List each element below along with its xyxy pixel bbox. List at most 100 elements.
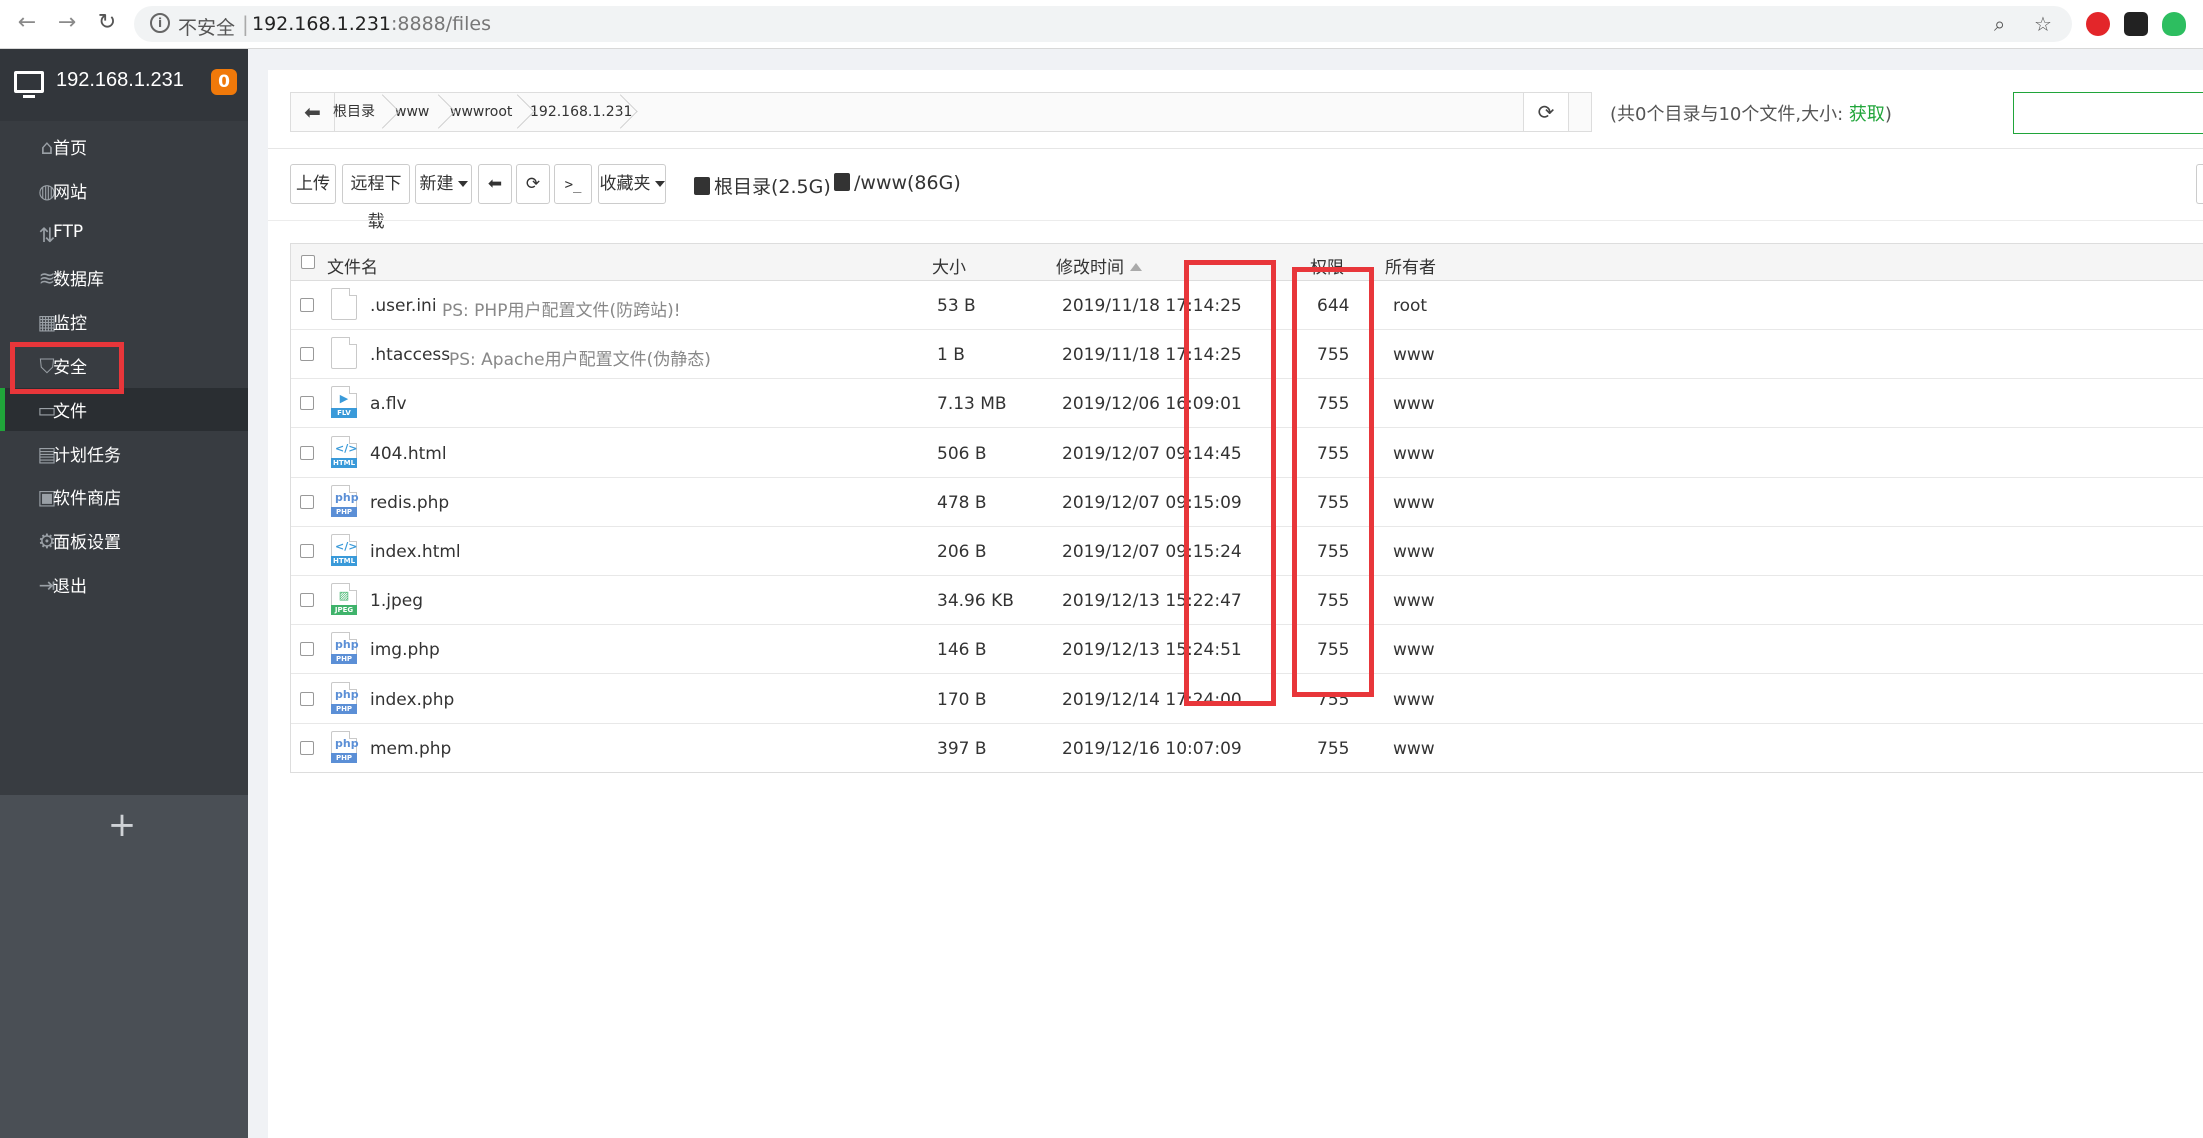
- sidebar-item-7[interactable]: ▤ 计划任务: [0, 432, 248, 475]
- file-generic-icon: [331, 288, 357, 320]
- evernote-extension-icon[interactable]: [2162, 12, 2186, 36]
- divider: [268, 220, 2203, 221]
- add-plus-icon[interactable]: +: [104, 807, 140, 843]
- remote-download-button[interactable]: 远程下载: [342, 164, 410, 232]
- file-name[interactable]: index.html: [370, 542, 461, 562]
- sidebar-item-4[interactable]: ▦ 监控: [0, 300, 248, 343]
- file-name[interactable]: 1.jpeg: [370, 591, 423, 611]
- file-owner[interactable]: www: [1393, 739, 1435, 759]
- info-icon[interactable]: i: [150, 13, 170, 33]
- disk-icon: [834, 173, 850, 191]
- row-checkbox[interactable]: [300, 494, 314, 509]
- reload-icon[interactable]: ↻: [92, 8, 122, 38]
- incognito-extension-icon[interactable]: [2124, 12, 2148, 36]
- file-name[interactable]: mem.php: [370, 739, 451, 759]
- file-owner[interactable]: www: [1393, 591, 1435, 611]
- sidebar-item-label: 首页: [53, 139, 87, 159]
- row-checkbox[interactable]: [300, 642, 314, 657]
- disk-root[interactable]: 根目录(2.5G): [694, 172, 831, 199]
- row-checkbox[interactable]: [300, 740, 314, 755]
- breadcrumb: ⬅ 根目录 www wwwroot 192.168.1.231: [290, 92, 1592, 132]
- file-permission[interactable]: 755: [1317, 739, 1349, 759]
- sidebar-item-2[interactable]: ⇅ FTP: [0, 213, 248, 256]
- row-checkbox[interactable]: [300, 347, 314, 362]
- col-owner[interactable]: 所有者: [1385, 253, 1436, 278]
- favorites-button[interactable]: 收藏夹: [598, 164, 666, 204]
- file-name[interactable]: .user.ini: [370, 296, 437, 316]
- file-size: 478 B: [937, 492, 987, 513]
- row-checkbox[interactable]: [300, 691, 314, 706]
- file-mtime: 2019/12/16 10:07:09: [1062, 738, 1242, 759]
- row-checkbox[interactable]: [300, 445, 314, 460]
- file-owner[interactable]: root: [1393, 296, 1427, 316]
- file-php-icon: php PHP: [331, 681, 359, 714]
- sidebar-item-8[interactable]: ▣ 软件商店: [0, 475, 248, 518]
- file-php-icon: php PHP: [331, 730, 359, 763]
- file-flv-icon: ▶ FLV: [331, 386, 357, 419]
- file-name[interactable]: 404.html: [370, 444, 447, 464]
- col-size[interactable]: 大小: [932, 253, 966, 278]
- file-size: 7.13 MB: [937, 394, 1007, 415]
- new-button[interactable]: 新建: [415, 164, 472, 204]
- sidebar-item-9[interactable]: ⚙ 面板设置: [0, 519, 248, 562]
- get-size-link[interactable]: 获取: [1849, 104, 1885, 125]
- sidebar-item-label: 计划任务: [53, 445, 121, 466]
- sidebar-item-0[interactable]: ⌂ 首页: [0, 125, 248, 168]
- back-arrow-icon[interactable]: ←: [12, 8, 42, 38]
- terminal-button[interactable]: >_: [554, 164, 592, 204]
- sidebar-item-label: 退出: [53, 577, 87, 597]
- refresh-icon: ⟳: [525, 174, 541, 194]
- address-bar[interactable]: i 不安全 | 192.168.1.231:8888/files ⌕ ☆: [134, 6, 2072, 42]
- row-checkbox[interactable]: [300, 396, 314, 411]
- file-name[interactable]: img.php: [370, 640, 440, 660]
- col-name[interactable]: 文件名: [327, 253, 378, 278]
- bookmark-star-icon[interactable]: ☆: [2034, 12, 2052, 36]
- file-size: 206 B: [937, 542, 987, 562]
- file-size: 170 B: [937, 689, 987, 710]
- search-input[interactable]: [2013, 92, 2203, 134]
- terminal-icon: >_: [564, 177, 582, 193]
- row-checkbox[interactable]: [300, 593, 314, 608]
- table-row[interactable]: php PHP mem.php 397 B 2019/12/16 10:07:09 755…: [291, 724, 2203, 773]
- refresh-button[interactable]: ⟳: [516, 164, 550, 204]
- file-name[interactable]: a.flv: [370, 394, 407, 414]
- row-checkbox[interactable]: [300, 298, 314, 312]
- file-name[interactable]: .htaccess: [370, 345, 450, 365]
- active-indicator: [0, 387, 5, 431]
- back-arrow-icon[interactable]: ⬅: [291, 93, 335, 131]
- disk-www[interactable]: /www(86G): [834, 172, 961, 194]
- notification-badge[interactable]: 0: [211, 69, 237, 95]
- sidebar-item-label: 软件商店: [53, 489, 121, 510]
- file-owner[interactable]: www: [1393, 394, 1435, 414]
- refresh-icon[interactable]: ⟳: [1523, 92, 1569, 132]
- file-owner[interactable]: www: [1393, 444, 1435, 464]
- sidebar-item-label: 面板设置: [53, 533, 121, 554]
- go-back-button[interactable]: ⬅: [478, 164, 512, 204]
- sidebar-footer: +: [0, 795, 248, 1138]
- server-title: 192.168.1.231: [56, 69, 184, 91]
- row-checkbox[interactable]: [300, 544, 314, 558]
- file-name[interactable]: index.php: [370, 690, 454, 710]
- select-all-checkbox[interactable]: [301, 255, 315, 269]
- computer-icon: [14, 71, 44, 98]
- file-owner[interactable]: www: [1393, 345, 1435, 365]
- file-owner[interactable]: www: [1393, 690, 1435, 710]
- file-owner[interactable]: www: [1393, 493, 1435, 513]
- zoom-icon[interactable]: ⌕: [1994, 12, 2005, 36]
- file-size: 397 B: [937, 738, 987, 759]
- file-note: PS: PHP用户配置文件(防跨站)!: [442, 301, 681, 321]
- more-button[interactable]: [2196, 164, 2203, 204]
- opera-extension-icon[interactable]: [2086, 12, 2110, 36]
- sidebar-item-6[interactable]: ▭ 文件: [0, 387, 248, 431]
- file-owner[interactable]: www: [1393, 542, 1435, 562]
- sidebar-item-label: 网站: [53, 182, 87, 203]
- forward-arrow-icon[interactable]: →: [52, 8, 82, 38]
- insecure-label: 不安全: [178, 17, 236, 39]
- file-owner[interactable]: www: [1393, 640, 1435, 660]
- col-mtime[interactable]: 修改时间: [1056, 253, 1142, 278]
- upload-button[interactable]: 上传: [290, 164, 336, 204]
- sidebar-item-1[interactable]: ◍ 网站: [0, 169, 248, 212]
- sidebar-item-3[interactable]: ≋ 数据库: [0, 256, 248, 299]
- sidebar-item-10[interactable]: ⇥ 退出: [0, 563, 248, 606]
- file-name[interactable]: redis.php: [370, 493, 449, 513]
